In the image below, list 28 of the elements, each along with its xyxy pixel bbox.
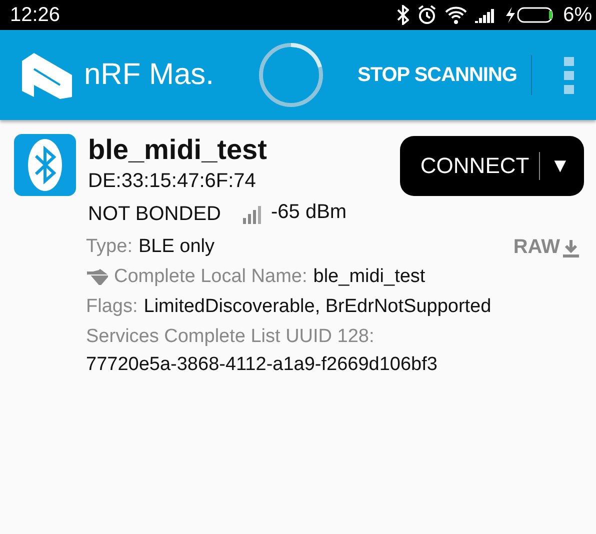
app-title: nRF Mas. — [84, 58, 214, 92]
detail-label: Complete Local Name: — [114, 266, 308, 288]
logo-icon — [20, 51, 74, 99]
bluetooth-icon — [397, 5, 410, 25]
battery-icon — [503, 6, 556, 24]
detail-value: LimitedDiscoverable, BrEdrNotSupported — [144, 296, 492, 318]
detail-label: Services Complete List UUID 128: — [86, 326, 374, 348]
detail-value: 77720e5a-3868-4112-a1a9-f2669d106bf3 — [86, 354, 438, 376]
download-icon — [562, 238, 580, 258]
clock: 12:26 — [10, 4, 60, 26]
menu-icon[interactable] — [562, 55, 576, 95]
rssi-value: -65 dBm — [270, 201, 347, 224]
bond-state: NOT BONDED — [88, 203, 221, 226]
bluetooth-icon — [14, 134, 76, 196]
wifi-icon — [445, 6, 468, 24]
detail-label: Flags: — [86, 296, 138, 318]
filter-arrow-icon — [86, 269, 108, 285]
stop-scanning-button[interactable]: STOP SCANNING — [354, 56, 521, 94]
battery-percent: 6% — [563, 4, 592, 26]
detail-label: Type: — [86, 236, 132, 258]
detail-value: ble_midi_test — [313, 266, 426, 288]
device-name: ble_midi_test — [88, 134, 268, 166]
signal-icon — [475, 7, 496, 23]
alarm-icon — [417, 5, 438, 25]
device-address: DE:33:15:47:6F:74 — [88, 170, 257, 193]
connect-button[interactable]: CONNECT ▼ — [400, 136, 584, 196]
detail-value: BLE only — [138, 236, 215, 258]
raw-button[interactable]: RAW — [513, 236, 580, 259]
